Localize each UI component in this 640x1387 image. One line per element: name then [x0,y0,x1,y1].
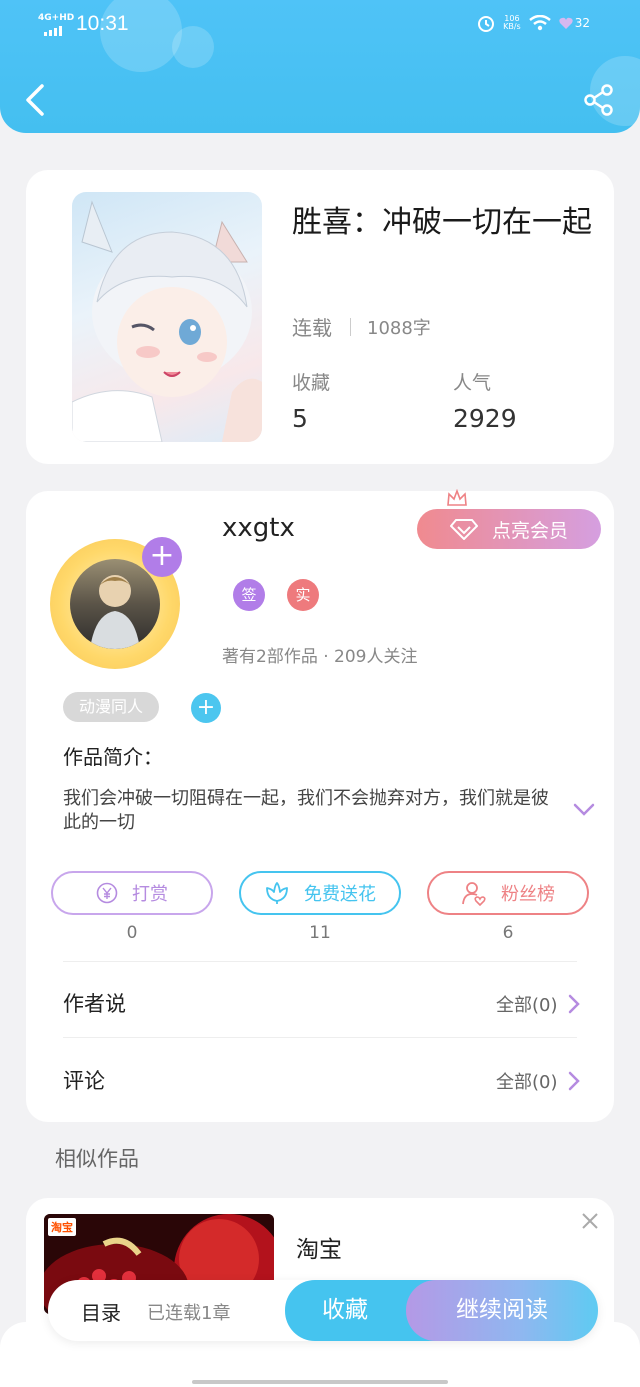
header: 4G+HD 10:31 106 KB/s 32 [0,0,640,133]
author-name[interactable]: xxgtx [222,513,295,543]
home-indicator[interactable] [192,1380,448,1384]
share-icon[interactable] [583,84,615,116]
follow-author-button[interactable]: + [142,537,182,577]
chevron-right-icon [568,994,580,1014]
author-card: + xxgtx 点亮会员 签 实 著有2部作品 · 209人关注 动漫同人 + … [26,489,614,1122]
avatar-illustration [90,575,140,649]
popularity-label: 人气 [453,372,492,394]
fan-count: 6 [502,923,514,943]
word-count: 1088字 [367,317,431,339]
close-icon[interactable] [581,1212,599,1230]
category-tag[interactable]: 动漫同人 [63,692,159,722]
ad-title[interactable]: 淘宝 [296,1230,342,1264]
battery-level: 32 [574,16,590,30]
signal-icon [44,26,62,36]
signed-badge: 签 [233,579,265,611]
network-speed: 106 KB/s [503,15,521,31]
book-info-card: 胜喜：冲破一切在一起 连载 1088字 收藏 5 人气 2929 [26,170,614,464]
intro-text: 我们会冲破一切阻碍在一起，我们不会抛弃对方，我们就是彼此的一切 [63,788,549,833]
diamond-icon [449,519,478,540]
battery: 32 [559,16,590,30]
book-cover[interactable] [72,192,262,442]
collect-count-value: 5 [292,404,308,433]
add-tag-button[interactable]: + [191,693,221,723]
send-flower-label: 免费送花 [304,884,376,905]
chevron-right-icon [568,1071,580,1091]
alarm-icon [478,16,495,32]
author-says-link[interactable]: 全部(0) [496,991,580,1017]
ad-tag: 淘宝 [48,1218,76,1236]
network-speed-unit: KB/s [503,22,521,31]
continue-reading-button[interactable]: 继续阅读 [406,1280,598,1341]
author-says-title[interactable]: 作者说 [63,988,126,1018]
yuan-icon [96,882,118,904]
book-status: 连载 [292,316,332,340]
comments-all: 全部(0) [496,1072,558,1093]
send-flower-button[interactable]: 免费送花 [239,871,401,915]
avatar [70,559,160,649]
chapter-count[interactable]: 已连载1章 [147,1299,230,1325]
author-stats: 著有2部作品 · 209人关注 [222,647,418,667]
flower-count: 11 [309,923,331,943]
meta-divider [350,317,351,336]
book-title: 胜喜：冲破一切在一起 [292,205,592,240]
author-says-all: 全部(0) [496,995,558,1016]
network-type: 4G+HD [38,13,75,23]
book-meta: 连载 1088字 [292,312,431,341]
vip-label: 点亮会员 [491,519,568,542]
divider [63,961,577,962]
intro-title: 作品简介： [63,745,163,769]
tip-button[interactable]: 打赏 [51,871,213,915]
tip-count: 0 [126,923,138,943]
toc-button[interactable]: 目录 [81,1297,121,1326]
chevron-down-icon[interactable] [572,801,596,819]
popularity-value: 2929 [453,404,517,433]
flower-icon [266,882,288,904]
vip-button[interactable]: 点亮会员 [417,509,601,549]
similar-works-title: 相似作品 [55,1147,139,1171]
comments-title[interactable]: 评论 [63,1065,105,1095]
wifi-icon [528,15,551,31]
bottom-action-bar: 目录 已连载1章 收藏 继续阅读 [48,1280,598,1341]
status-right: 106 KB/s 32 [477,14,590,32]
divider [63,1037,577,1038]
cover-illustration [72,200,262,442]
fan-ranking-label: 粉丝榜 [501,884,555,905]
crown-icon [447,489,467,506]
status-bar: 4G+HD 10:31 106 KB/s 32 [0,10,640,40]
battery-heart-icon [559,17,573,29]
tip-label: 打赏 [132,884,168,905]
comments-link[interactable]: 全部(0) [496,1068,580,1094]
collect-count-label: 收藏 [292,372,331,394]
verified-badge: 实 [287,579,319,611]
back-icon[interactable] [20,82,50,118]
clock: 10:31 [76,12,129,35]
fan-ranking-button[interactable]: 粉丝榜 [427,871,589,915]
fan-heart-icon [462,882,486,906]
